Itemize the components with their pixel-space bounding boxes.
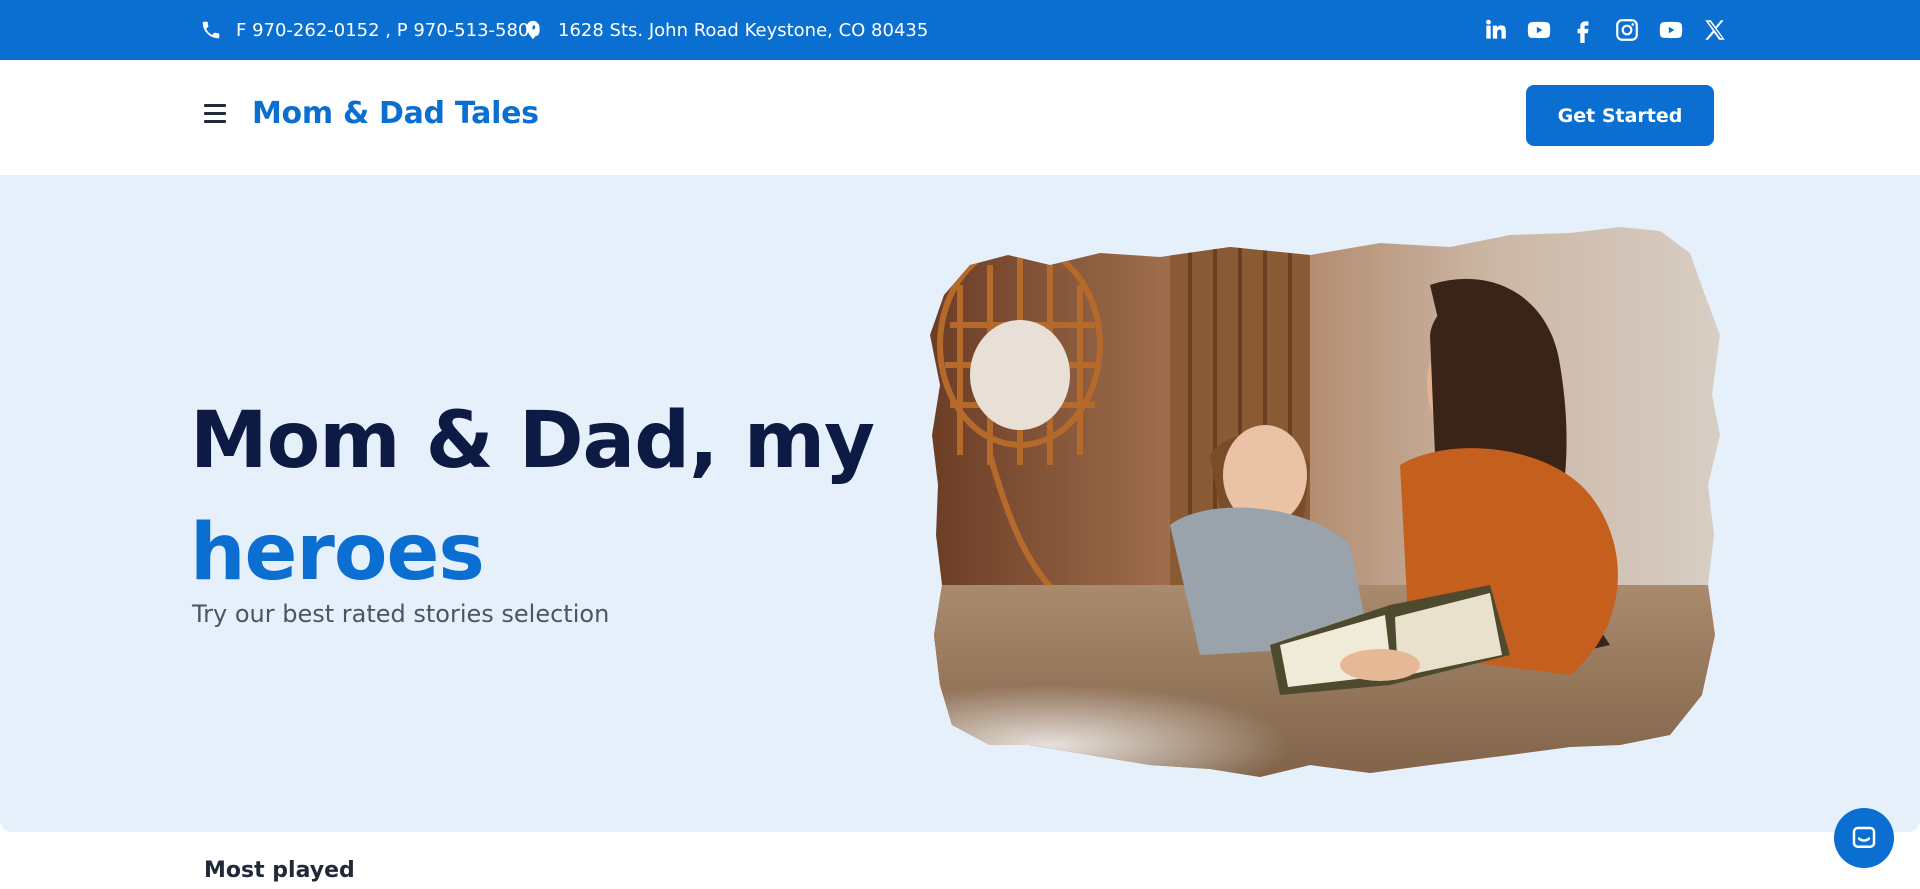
phone-icon (202, 21, 220, 39)
hero-section: Mom & Dad, my heroes Try our best rated … (0, 175, 1920, 832)
phone-contact[interactable]: F 970-262-0152 , P 970-513-5800 (200, 0, 541, 60)
location-pin-icon (526, 20, 540, 40)
facebook-icon[interactable] (1570, 17, 1596, 43)
linkedin-icon[interactable] (1482, 17, 1508, 43)
hero-title-line1: Mom & Dad, my (190, 396, 875, 486)
address-contact[interactable]: 1628 Sts. John Road Keystone, CO 80435 (522, 0, 928, 60)
site-header: Mom & Dad Tales Get Started (0, 60, 1920, 175)
chat-widget-button[interactable] (1834, 808, 1894, 868)
most-played-heading: Most played (204, 858, 355, 883)
phone-text: F 970-262-0152 , P 970-513-5800 (236, 19, 541, 41)
instagram-icon[interactable] (1614, 17, 1640, 43)
top-contact-bar: F 970-262-0152 , P 970-513-5800 1628 Sts… (0, 0, 1920, 60)
address-text: 1628 Sts. John Road Keystone, CO 80435 (558, 19, 929, 41)
site-brand[interactable]: Mom & Dad Tales (252, 96, 539, 131)
youtube-icon[interactable] (1526, 17, 1552, 43)
hero-subtitle: Try our best rated stories selection (192, 600, 610, 628)
hero-title-line2: heroes (190, 508, 485, 598)
get-started-button[interactable]: Get Started (1526, 85, 1714, 146)
mother-and-daughter-reading-image (930, 227, 1720, 777)
hamburger-icon[interactable] (204, 104, 226, 124)
x-icon[interactable] (1702, 17, 1728, 43)
chat-icon (1852, 826, 1876, 848)
social-links (1482, 0, 1728, 60)
youtube-icon[interactable] (1658, 17, 1684, 43)
hero-title: Mom & Dad, my heroes (190, 385, 875, 609)
